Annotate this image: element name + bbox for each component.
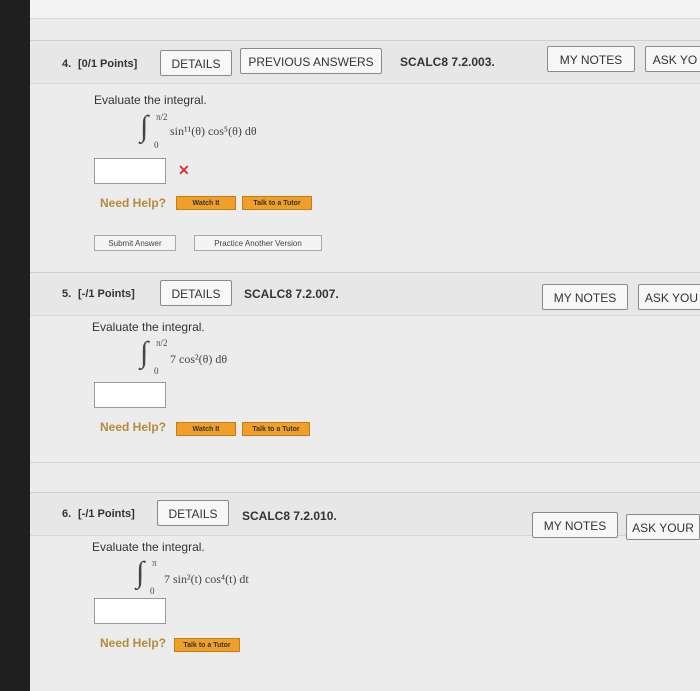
integral-expression: ∫ π/2 0 7 cos²(θ) dθ xyxy=(140,336,340,376)
lower-limit: 0 xyxy=(150,586,155,596)
points-label: [-/1 Points] xyxy=(78,508,135,520)
lower-limit: 0 xyxy=(154,366,159,376)
previous-answers-button[interactable]: PREVIOUS ANSWERS xyxy=(240,48,382,74)
need-help-label: Need Help? xyxy=(100,196,167,210)
practice-another-version-button[interactable]: Practice Another Version xyxy=(194,235,322,251)
problem-code: SCALC8 7.2.003. xyxy=(400,55,495,69)
question-number: 6. xyxy=(62,508,72,520)
need-help-label: Need Help? xyxy=(100,636,167,650)
incorrect-mark-icon: ✕ xyxy=(178,162,190,178)
problem-code: SCALC8 7.2.010. xyxy=(242,509,337,523)
upper-limit: π/2 xyxy=(156,338,168,348)
my-notes-button[interactable]: MY NOTES xyxy=(542,284,628,310)
upper-limit: π/2 xyxy=(156,112,168,122)
question-prompt: Evaluate the integral. xyxy=(94,93,207,107)
watch-it-button[interactable]: Watch It xyxy=(176,422,236,436)
details-button[interactable]: DETAILS xyxy=(160,50,232,76)
submit-answer-button[interactable]: Submit Answer xyxy=(94,235,176,251)
details-button[interactable]: DETAILS xyxy=(160,280,232,306)
ask-teacher-button[interactable]: ASK YO xyxy=(645,46,700,72)
integral-sign: ∫ xyxy=(140,336,149,369)
question-number: 5. xyxy=(62,288,72,300)
watch-it-button[interactable]: Watch It xyxy=(176,196,236,210)
ask-teacher-button[interactable]: ASK YOUR xyxy=(626,514,700,540)
talk-to-tutor-button[interactable]: Talk to a Tutor xyxy=(174,638,240,652)
top-strip xyxy=(30,0,700,19)
points-label: [0/1 Points] xyxy=(78,58,138,70)
integral-sign: ∫ xyxy=(140,110,149,143)
need-help-label: Need Help? xyxy=(100,420,167,434)
integrand: 7 cos²(θ) dθ xyxy=(170,352,228,366)
integrand: sin¹¹(θ) cos⁵(θ) dθ xyxy=(170,124,257,138)
points-label: [-/1 Points] xyxy=(78,288,135,300)
ask-teacher-button[interactable]: ASK YOU xyxy=(638,284,700,310)
integral-sign: ∫ xyxy=(136,556,145,589)
integral-expression: ∫ π 0 7 sin²(t) cos⁴(t) dt xyxy=(136,556,336,596)
lower-limit: 0 xyxy=(154,140,159,150)
question-prompt: Evaluate the integral. xyxy=(92,540,205,554)
section-divider xyxy=(30,462,700,463)
question-prompt: Evaluate the integral. xyxy=(92,320,205,334)
upper-limit: π xyxy=(152,558,157,568)
answer-input[interactable] xyxy=(94,598,166,624)
talk-to-tutor-button[interactable]: Talk to a Tutor xyxy=(242,422,310,436)
details-button[interactable]: DETAILS xyxy=(157,500,229,526)
answer-input[interactable] xyxy=(94,158,166,184)
my-notes-button[interactable]: MY NOTES xyxy=(547,46,635,72)
problem-code: SCALC8 7.2.007. xyxy=(244,287,339,301)
integral-expression: ∫ π/2 0 sin¹¹(θ) cos⁵(θ) dθ xyxy=(140,110,340,150)
talk-to-tutor-button[interactable]: Talk to a Tutor xyxy=(242,196,312,210)
question-number: 4. xyxy=(62,58,72,70)
my-notes-button[interactable]: MY NOTES xyxy=(532,512,618,538)
answer-input[interactable] xyxy=(94,382,166,408)
integrand: 7 sin²(t) cos⁴(t) dt xyxy=(164,572,249,586)
